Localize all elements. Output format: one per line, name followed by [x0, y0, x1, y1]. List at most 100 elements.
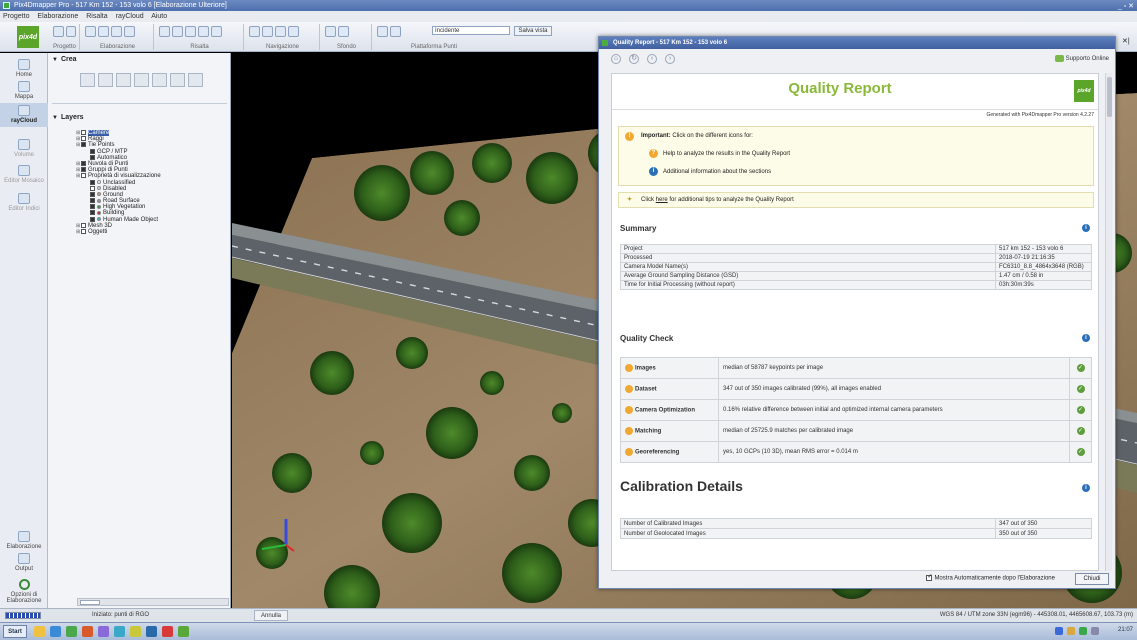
process-step1-icon[interactable]	[85, 26, 96, 37]
app-red-icon[interactable]	[162, 626, 173, 637]
highlight4-icon[interactable]	[198, 26, 209, 37]
help-icon[interactable]	[625, 364, 633, 372]
process-all-icon[interactable]	[124, 26, 135, 37]
app-green-icon[interactable]	[66, 626, 77, 637]
pix4d-taskbar-icon[interactable]	[178, 626, 189, 637]
report-window-close-icon[interactable]: ✕|	[1122, 37, 1135, 47]
window-controls[interactable]: _ ▫ ✕	[1118, 1, 1134, 11]
menu-elaborazione[interactable]: Elaborazione	[37, 13, 78, 20]
auto-show-checkbox[interactable]: Mostra Automaticamente dopo l'Elaborazio…	[926, 573, 1055, 582]
home-nav-icon[interactable]: ⌂	[611, 54, 621, 64]
crop-delete-icon[interactable]	[188, 73, 203, 87]
menu-progetto[interactable]: Progetto	[3, 13, 29, 20]
highlight3-icon[interactable]	[185, 26, 196, 37]
layer-checkbox[interactable]	[90, 191, 95, 197]
menu-aiuto[interactable]: Aiuto	[151, 13, 167, 20]
app-blue-icon[interactable]	[146, 626, 157, 637]
layer-checkbox[interactable]	[81, 160, 86, 166]
layer-checkbox[interactable]	[81, 167, 86, 173]
crop-export-icon[interactable]	[152, 73, 167, 87]
help-icon[interactable]: ?	[649, 149, 658, 158]
layer-checkbox[interactable]	[90, 179, 95, 185]
layer-checkbox[interactable]	[90, 216, 95, 222]
crop-select-icon[interactable]	[134, 73, 149, 87]
tray-flag-icon[interactable]	[1091, 627, 1099, 635]
nav-home[interactable]: Home	[0, 59, 48, 78]
background2-icon[interactable]	[338, 26, 349, 37]
crop-edit-icon[interactable]	[98, 73, 113, 87]
report-vertical-scrollbar[interactable]	[1105, 73, 1112, 571]
quality-check-info-icon[interactable]: i	[1082, 334, 1090, 342]
panel-splitter[interactable]	[52, 103, 227, 104]
zoom-icon[interactable]	[275, 26, 286, 37]
calibration-info-icon[interactable]: i	[1082, 484, 1090, 492]
tray-security-icon[interactable]	[1079, 627, 1087, 635]
highlight1-icon[interactable]	[159, 26, 170, 37]
nav-editor-indici[interactable]: Editor Indici	[0, 193, 48, 212]
panel-horizontal-scrollbar[interactable]	[77, 598, 229, 606]
measure-icon[interactable]	[377, 26, 388, 37]
close-button[interactable]: Chiudi	[1075, 573, 1109, 585]
app-purple-icon[interactable]	[98, 626, 109, 637]
view-preset-combo[interactable]: Incidente	[432, 26, 510, 35]
app-orange-icon[interactable]	[82, 626, 93, 637]
layer-checkbox[interactable]	[90, 185, 95, 191]
layer-checkbox[interactable]	[81, 142, 86, 148]
layer-checkbox[interactable]	[90, 204, 95, 210]
tray-volume-icon[interactable]	[1067, 627, 1075, 635]
layer-checkbox[interactable]	[81, 222, 86, 228]
summary-info-icon[interactable]: i	[1082, 224, 1090, 232]
layer-checkbox[interactable]	[81, 130, 86, 135]
layer-tree-item[interactable]: ⊞ Oggetti	[76, 229, 226, 235]
layer-checkbox[interactable]	[81, 229, 86, 234]
nav-raycloud[interactable]: rayCloud	[0, 103, 48, 127]
help-icon[interactable]	[625, 448, 633, 456]
app-yellow-icon[interactable]	[130, 626, 141, 637]
forward-nav-icon[interactable]: ›	[665, 54, 675, 64]
layers-section-header[interactable]: Layers	[48, 113, 231, 123]
start-button[interactable]: Start	[3, 625, 27, 638]
tray-network-icon[interactable]	[1055, 627, 1063, 635]
layer-checkbox[interactable]	[90, 148, 95, 154]
process-step3-icon[interactable]	[111, 26, 122, 37]
crop-section-header[interactable]: Crea	[48, 55, 231, 65]
refresh-nav-icon[interactable]: ↻	[629, 54, 639, 64]
new-project-icon[interactable]	[53, 26, 64, 37]
open-project-icon[interactable]	[65, 26, 76, 37]
nav-elaborazione[interactable]: Elaborazione	[0, 531, 48, 550]
explorer-icon[interactable]	[34, 626, 45, 637]
process-step2-icon[interactable]	[98, 26, 109, 37]
save-view-button[interactable]: Salva vista	[514, 26, 552, 36]
layer-checkbox[interactable]	[90, 198, 95, 204]
nav-opzioni[interactable]: Opzioni di Elaborazione	[0, 579, 48, 604]
background1-icon[interactable]	[325, 26, 336, 37]
move-icon[interactable]	[249, 26, 260, 37]
report-scroll-thumb[interactable]	[1107, 77, 1112, 117]
nav-mappa[interactable]: Mappa	[0, 81, 48, 100]
nav-volume[interactable]: Volume	[0, 139, 48, 158]
crop-box-icon[interactable]	[80, 73, 95, 87]
view-icon[interactable]	[390, 26, 401, 37]
scroll-thumb[interactable]	[80, 600, 100, 605]
highlight2-icon[interactable]	[172, 26, 183, 37]
browser-icon[interactable]	[50, 626, 61, 637]
checkbox-box[interactable]	[926, 573, 932, 581]
layer-checkbox[interactable]	[90, 210, 95, 216]
info-icon[interactable]: i	[649, 167, 658, 176]
layer-checkbox[interactable]	[90, 154, 95, 160]
help-icon[interactable]	[625, 406, 633, 414]
online-support-link[interactable]: Supporto Online	[1055, 55, 1109, 62]
pan-icon[interactable]	[288, 26, 299, 37]
layer-checkbox[interactable]	[81, 136, 86, 142]
menu-risalta[interactable]: Risalta	[86, 13, 107, 20]
cancel-button[interactable]: Annulla	[254, 610, 288, 621]
crop-line-icon[interactable]	[116, 73, 131, 87]
rotate-icon[interactable]	[262, 26, 273, 37]
app-cyan-icon[interactable]	[114, 626, 125, 637]
help-icon[interactable]	[625, 427, 633, 435]
nav-output[interactable]: Output	[0, 553, 48, 572]
layer-checkbox[interactable]	[81, 173, 86, 179]
help-icon[interactable]	[625, 385, 633, 393]
menu-raycloud[interactable]: rayCloud	[116, 13, 144, 20]
crop-clear-icon[interactable]	[170, 73, 185, 87]
